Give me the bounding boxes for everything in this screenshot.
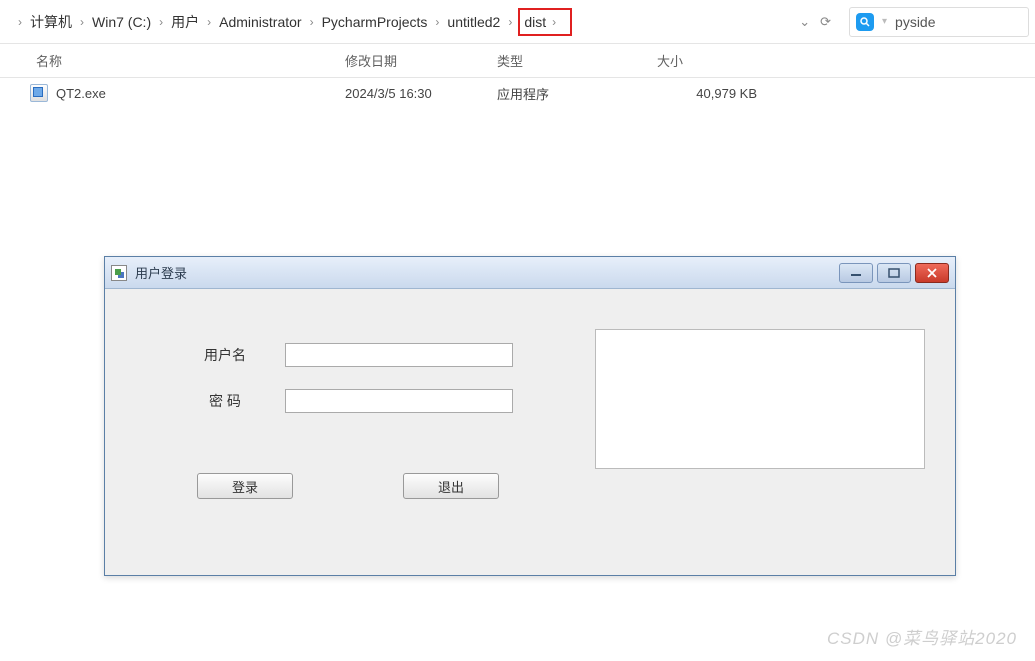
username-field[interactable] — [285, 343, 513, 367]
close-icon — [926, 268, 938, 278]
header-type[interactable]: 类型 — [497, 51, 657, 70]
header-name[interactable]: 名称 — [0, 51, 345, 70]
dialog-body: 用户名 密 码 登录 退出 — [105, 289, 955, 575]
crumb-dist[interactable]: dist › — [518, 8, 572, 36]
minimize-button[interactable] — [839, 263, 873, 283]
chevron-right-icon: › — [552, 15, 556, 29]
refresh-icon[interactable]: ⟳ — [820, 14, 831, 30]
output-panel[interactable] — [595, 329, 925, 469]
chevron-right-icon: › — [159, 15, 163, 29]
login-button[interactable]: 登录 — [197, 473, 293, 499]
login-dialog: 用户登录 用户名 密 码 登录 退出 — [104, 256, 956, 576]
dropdown-icon[interactable]: ⌄ — [799, 14, 810, 30]
crumb-dist-label: dist — [524, 14, 546, 30]
chevron-right-icon: › — [18, 15, 22, 29]
maximize-icon — [888, 268, 900, 278]
chevron-down-icon[interactable]: ▾ — [882, 16, 887, 27]
close-button[interactable] — [915, 263, 949, 283]
crumb-computer[interactable]: 计算机 — [26, 10, 76, 34]
dialog-titlebar[interactable]: 用户登录 — [105, 257, 955, 289]
crumb-projects[interactable]: PycharmProjects — [318, 12, 432, 32]
address-controls: ⌄ ⟳ — [789, 14, 841, 30]
column-headers: 名称 修改日期 类型 大小 — [0, 44, 1035, 78]
login-form: 用户名 密 码 — [185, 343, 575, 435]
file-date: 2024/3/5 16:30 — [345, 86, 497, 101]
chevron-right-icon: › — [435, 15, 439, 29]
chevron-right-icon: › — [207, 15, 211, 29]
file-type: 应用程序 — [497, 84, 657, 103]
chevron-right-icon: › — [80, 15, 84, 29]
password-field[interactable] — [285, 389, 513, 413]
chevron-right-icon: › — [310, 15, 314, 29]
dialog-buttons: 登录 退出 — [197, 473, 499, 499]
search-input[interactable]: ▾ pyside — [849, 7, 1029, 37]
minimize-icon — [850, 268, 862, 278]
password-label: 密 码 — [185, 391, 265, 411]
crumb-admin[interactable]: Administrator — [215, 12, 305, 32]
header-size[interactable]: 大小 — [657, 51, 777, 70]
exit-button[interactable]: 退出 — [403, 473, 499, 499]
crumb-users[interactable]: 用户 — [167, 10, 203, 34]
app-icon — [111, 265, 127, 281]
dialog-title: 用户登录 — [135, 263, 839, 282]
file-name: QT2.exe — [56, 86, 106, 101]
file-size: 40,979 KB — [657, 86, 777, 101]
search-icon — [856, 13, 874, 31]
address-bar: › 计算机 › Win7 (C:) › 用户 › Administrator ›… — [0, 0, 1035, 44]
exe-file-icon — [30, 84, 48, 102]
username-label: 用户名 — [185, 345, 265, 365]
table-row[interactable]: QT2.exe 2024/3/5 16:30 应用程序 40,979 KB — [0, 78, 1035, 108]
crumb-untitled2[interactable]: untitled2 — [443, 12, 504, 32]
maximize-button[interactable] — [877, 263, 911, 283]
crumb-drive[interactable]: Win7 (C:) — [88, 12, 155, 32]
search-text: pyside — [895, 14, 935, 30]
breadcrumb[interactable]: › 计算机 › Win7 (C:) › 用户 › Administrator ›… — [6, 0, 789, 43]
header-date[interactable]: 修改日期 — [345, 51, 497, 70]
watermark: CSDN @菜鸟驿站2020 — [827, 624, 1017, 649]
chevron-right-icon: › — [508, 15, 512, 29]
window-controls — [839, 263, 949, 283]
